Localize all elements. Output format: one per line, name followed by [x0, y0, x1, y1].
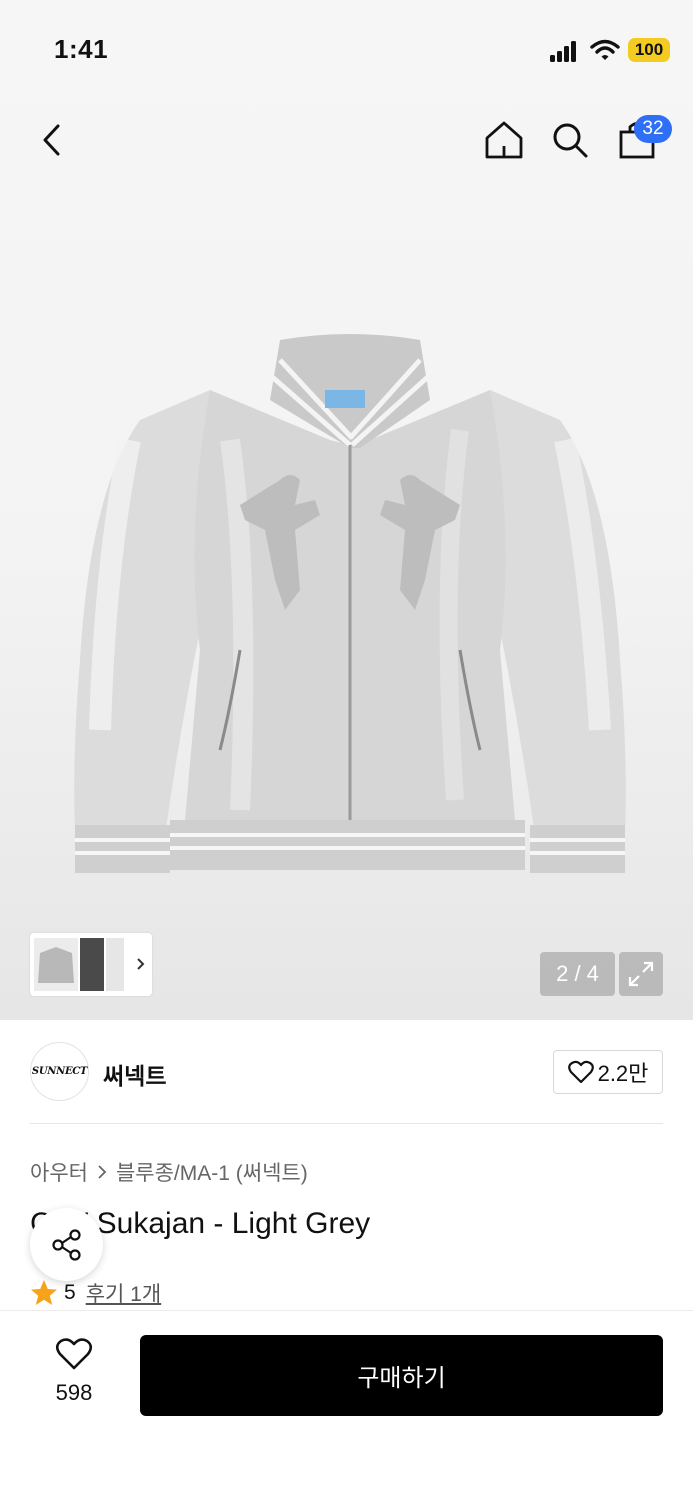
search-button[interactable] — [545, 115, 595, 165]
home-button[interactable] — [479, 115, 529, 165]
breadcrumb-category[interactable]: 아우터 — [30, 1157, 88, 1187]
thumbnail-strip[interactable] — [30, 933, 152, 996]
chevron-right-icon — [137, 958, 145, 970]
cart-count-badge: 32 — [634, 115, 672, 143]
chevron-right-icon — [98, 1165, 107, 1179]
brand-logo[interactable]: SUNNECT — [30, 1042, 89, 1101]
brand-like-button[interactable]: 2.2만 — [553, 1050, 663, 1094]
divider — [30, 1123, 663, 1124]
breadcrumb: 아우터 블루종/MA-1 (써넥트) — [30, 1157, 308, 1187]
top-nav — [0, 105, 693, 175]
share-icon — [51, 1228, 81, 1261]
heart-icon — [567, 1060, 594, 1084]
expand-icon — [628, 961, 654, 987]
wishlist-count: 598 — [55, 1380, 93, 1405]
rating-row: 5 후기 1개 — [30, 1278, 161, 1308]
share-button[interactable] — [30, 1208, 103, 1281]
review-link[interactable]: 후기 1개 — [86, 1278, 161, 1308]
status-time: 1:41 — [54, 34, 109, 64]
brand-name[interactable]: 써넥트 — [103, 1057, 166, 1091]
star-icon — [31, 1280, 57, 1305]
battery-indicator: 100 — [628, 38, 670, 62]
brand-like-count: 2.2만 — [597, 1061, 649, 1086]
page-indicator: 2 / 4 — [540, 952, 615, 996]
buy-button[interactable]: 구매하기 — [140, 1335, 663, 1416]
bottom-action-bar: 598 구매하기 — [0, 1310, 693, 1500]
status-bar: 1:41 100 — [0, 0, 693, 100]
back-icon — [43, 124, 60, 156]
brand-row: SUNNECT 써넥트 2.2만 — [30, 1040, 663, 1104]
brand-logo-text: SUNNECT — [31, 1066, 88, 1077]
cellular-signal-icon — [550, 40, 580, 62]
heart-icon — [55, 1338, 93, 1370]
breadcrumb-subcategory[interactable]: 블루종/MA-1 (써넥트) — [116, 1157, 308, 1187]
rating-score: 5 — [64, 1281, 76, 1304]
wifi-icon — [590, 38, 620, 62]
search-icon — [553, 123, 588, 158]
back-button[interactable] — [27, 115, 77, 165]
wishlist-button[interactable]: 598 — [42, 1337, 106, 1406]
home-icon — [485, 121, 523, 159]
expand-button[interactable] — [619, 952, 663, 996]
product-image[interactable] — [60, 330, 640, 890]
product-gallery[interactable]: 1:41 100 32 2 / 4 — [0, 0, 693, 1020]
